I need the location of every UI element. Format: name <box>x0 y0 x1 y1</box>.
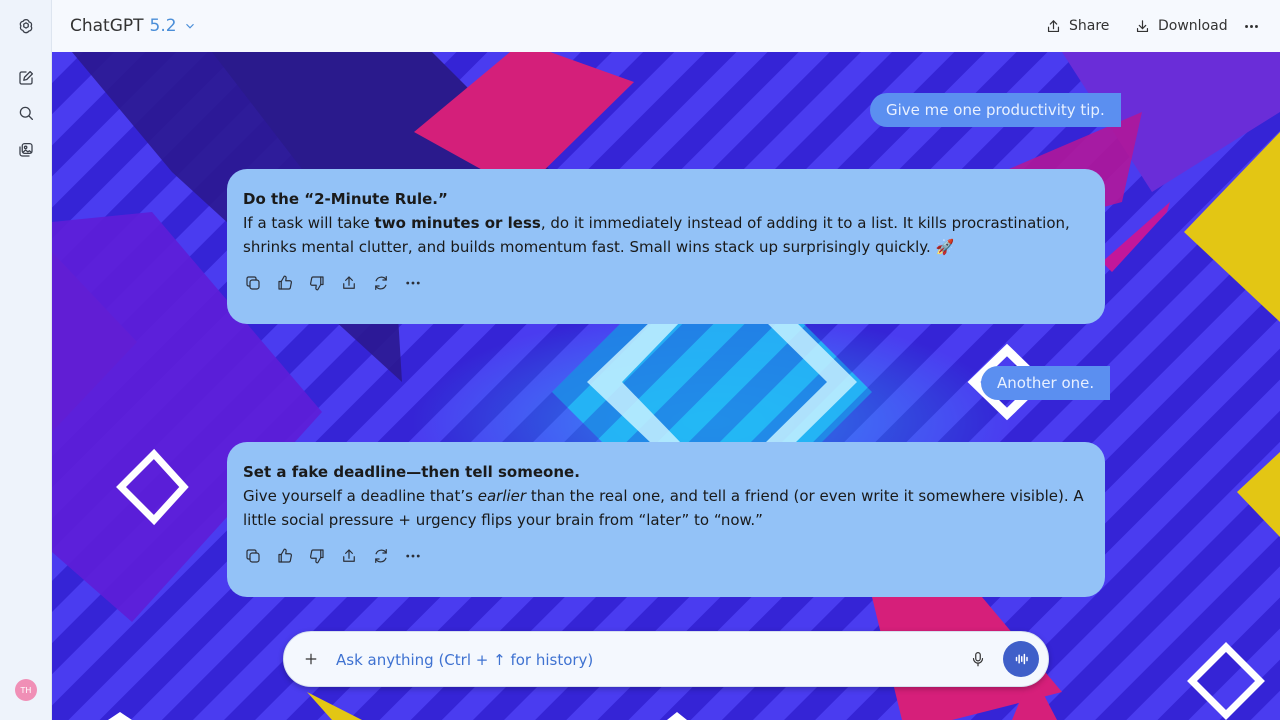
thumbs-up-icon <box>278 548 292 563</box>
more-button[interactable] <box>403 273 423 293</box>
regenerate-button[interactable] <box>371 546 391 566</box>
model-version: 5.2 <box>149 16 177 36</box>
download-label: Download <box>1158 18 1228 34</box>
assistant-1-text-a: If a task will take <box>243 214 375 232</box>
assistant-2-title: Set a fake deadline—then tell someone. <box>243 463 580 481</box>
assistant-2-text-a: Give yourself a deadline that’s <box>243 487 478 505</box>
copy-button[interactable] <box>243 273 263 293</box>
regenerate-button[interactable] <box>371 273 391 293</box>
thumbs-down-icon <box>310 276 324 291</box>
assistant-1-title: Do the “2-Minute Rule.” <box>243 190 448 208</box>
assistant-message-1: Do the “2-Minute Rule.” If a task will t… <box>227 169 1105 324</box>
voice-waveform-icon <box>1015 653 1028 665</box>
library-button[interactable] <box>12 136 40 164</box>
plus-icon <box>305 653 317 665</box>
add-attachment-button[interactable] <box>300 648 322 670</box>
thumbs-down-button[interactable] <box>307 273 327 293</box>
share-message-button[interactable] <box>339 546 359 566</box>
chat-area: Give me one productivity tip. Do the “2-… <box>52 52 1280 720</box>
dictate-button[interactable] <box>967 648 989 670</box>
thumbs-up-button[interactable] <box>275 273 295 293</box>
share-icon <box>343 549 355 562</box>
avatar[interactable]: TH <box>15 679 37 701</box>
search-icon <box>19 106 34 121</box>
message-actions <box>243 546 423 566</box>
sidebar: TH <box>0 0 52 720</box>
share-label: Share <box>1069 18 1110 34</box>
assistant-2-italic: earlier <box>477 487 527 505</box>
chevron-down-icon <box>185 23 194 29</box>
microphone-icon <box>972 652 984 667</box>
message-actions <box>243 273 423 293</box>
model-picker[interactable]: ChatGPT 5.2 <box>70 13 197 39</box>
composer <box>283 631 1049 687</box>
more-horizontal-icon <box>1245 24 1258 28</box>
user-message-2: Another one. <box>981 366 1111 400</box>
assistant-message-2: Set a fake deadline—then tell someone. G… <box>227 442 1105 597</box>
regenerate-icon <box>375 276 387 290</box>
more-icon <box>406 281 420 285</box>
new-chat-icon <box>19 70 34 85</box>
download-icon <box>1136 19 1149 32</box>
user-message-1: Give me one productivity tip. <box>870 93 1121 127</box>
share-message-button[interactable] <box>339 273 359 293</box>
copy-icon <box>246 276 260 290</box>
model-name: ChatGPT <box>70 16 144 36</box>
openai-logo-icon[interactable] <box>12 12 40 40</box>
assistant-1-body: If a task will take two minutes or less,… <box>243 211 1089 259</box>
copy-icon <box>246 549 260 563</box>
prompt-input[interactable] <box>336 646 936 674</box>
thumbs-down-button[interactable] <box>307 546 327 566</box>
assistant-2-body: Give yourself a deadline that’s earlier … <box>243 484 1089 532</box>
search-chats-button[interactable] <box>12 99 40 127</box>
thumbs-up-button[interactable] <box>275 546 295 566</box>
share-icon <box>343 276 355 289</box>
share-icon <box>1047 19 1060 32</box>
top-bar: ChatGPT 5.2 Share Download <box>52 0 1280 52</box>
copy-button[interactable] <box>243 546 263 566</box>
more-button[interactable] <box>403 546 423 566</box>
share-button[interactable]: Share <box>1045 14 1109 38</box>
voice-mode-button[interactable] <box>1003 641 1039 677</box>
assistant-1-bold: two minutes or less <box>374 214 541 232</box>
thumbs-up-icon <box>278 275 292 290</box>
thumbs-down-icon <box>310 549 324 564</box>
library-icon <box>19 142 33 157</box>
more-options-button[interactable] <box>1243 14 1260 38</box>
more-icon <box>406 554 420 558</box>
regenerate-icon <box>375 549 387 563</box>
new-chat-button[interactable] <box>12 64 40 92</box>
download-button[interactable]: Download <box>1134 14 1228 38</box>
